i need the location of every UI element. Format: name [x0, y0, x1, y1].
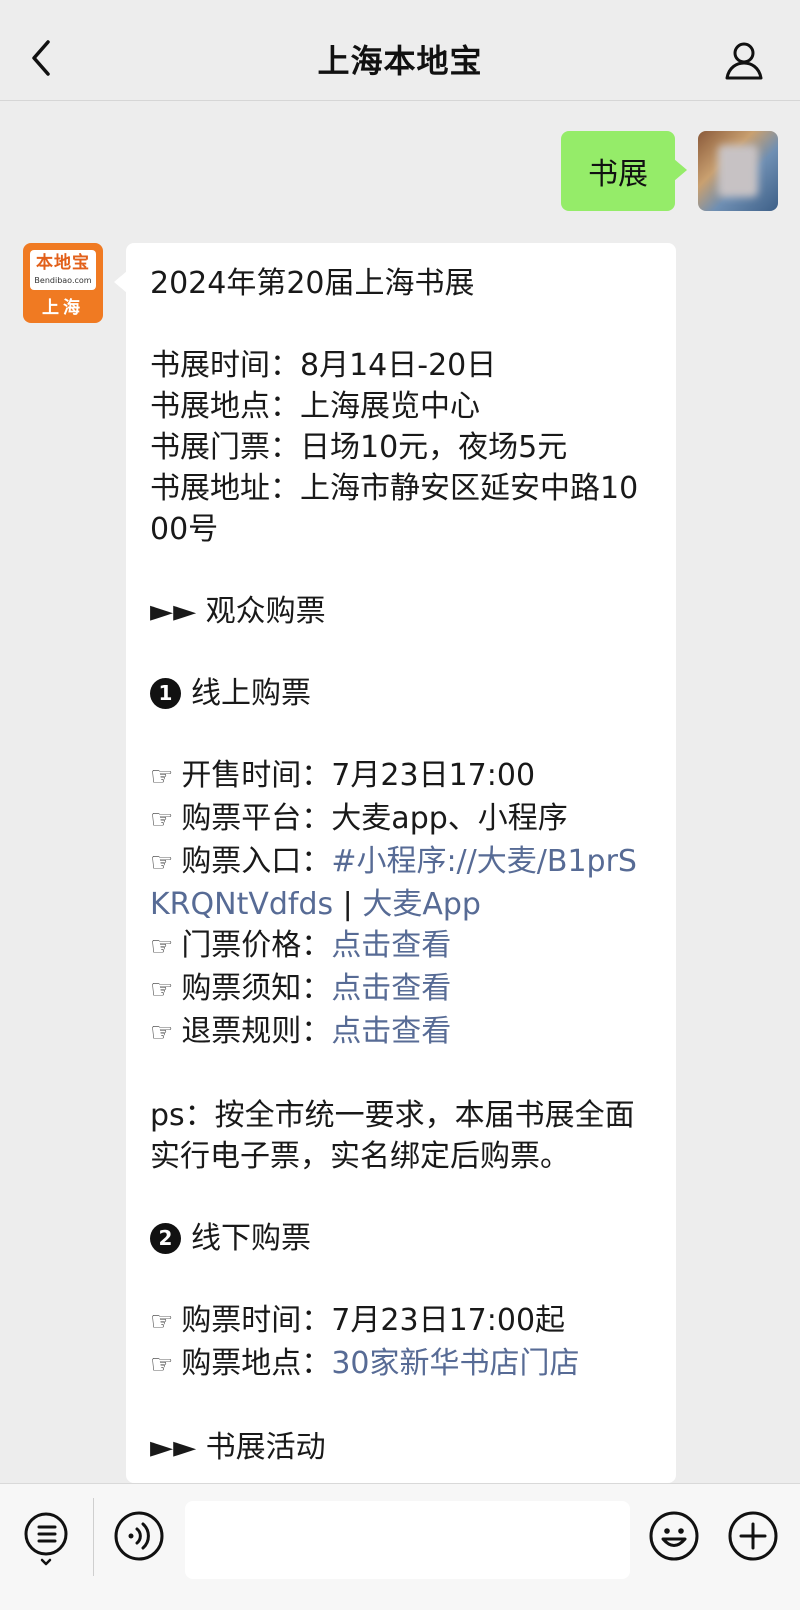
offline-time: ☞ 购票时间：7月23日17:00起	[150, 1300, 652, 1343]
offline-place-label: 购票地点：	[181, 1346, 332, 1381]
avatar-logo-sub: Bendibao.com	[34, 276, 92, 285]
pointing-hand-icon: ☞	[150, 1307, 174, 1337]
info-venue: 书展地点：上海展览中心	[150, 389, 480, 424]
chat-input-bar	[0, 1483, 800, 1610]
avatar-blur	[718, 145, 758, 197]
page-title: 上海本地宝	[317, 42, 483, 80]
bar-divider	[93, 1498, 94, 1576]
online-sale-time: ☞ 开售时间：7月23日17:00	[150, 755, 652, 798]
pointing-hand-icon: ☞	[150, 1018, 174, 1048]
online-price: ☞ 门票价格：点击查看	[150, 925, 652, 968]
number-badge-icon: 2	[150, 1223, 181, 1254]
user-avatar[interactable]	[698, 131, 778, 211]
online-sale-time-text: 开售时间：7月23日17:00	[181, 758, 536, 793]
online-entry: ☞ 购票入口：#小程序://大麦/B1prSKRQNtVdfds | 大麦App	[150, 841, 652, 925]
article-title: 2024年第20届上海书展	[150, 266, 475, 301]
plus-icon[interactable]	[727, 1510, 779, 1562]
message-input[interactable]	[185, 1501, 630, 1579]
offline-heading: 2 线下购票	[150, 1218, 652, 1259]
pointing-hand-icon: ☞	[150, 932, 174, 962]
info-time: 书展时间：8月14日-20日	[150, 348, 497, 383]
ps-note: ps：按全市统一要求，本届书展全面实行电子票，实名绑定后购票。	[150, 1098, 635, 1174]
nav-header: 上海本地宝	[0, 0, 800, 101]
price-label: 门票价格：	[181, 928, 332, 963]
price-view-link[interactable]: 点击查看	[331, 928, 451, 963]
link-separator: |	[333, 887, 363, 922]
online-refund: ☞ 退票规则：点击查看	[150, 1011, 652, 1054]
online-platform: ☞ 购票平台：大麦app、小程序	[150, 798, 652, 841]
section-events-heading: ►► 书展活动	[150, 1430, 326, 1465]
pointing-hand-icon: ☞	[150, 805, 174, 835]
online-heading: 1 线上购票	[150, 673, 652, 714]
avatar-logo-card: 本地宝 Bendibao.com	[30, 250, 96, 290]
offline-heading-text: 线下购票	[191, 1221, 311, 1256]
notice-view-link[interactable]: 点击查看	[331, 971, 451, 1006]
bookstore-link[interactable]: 30家新华书店门店	[331, 1346, 579, 1381]
refund-label: 退票规则：	[181, 1014, 332, 1049]
refund-view-link[interactable]: 点击查看	[331, 1014, 451, 1049]
pointing-hand-icon: ☞	[150, 848, 174, 878]
official-account-message-bubble[interactable]: 2024年第20届上海书展 书展时间：8月14日-20日 书展地点：上海展览中心…	[114, 243, 676, 1483]
chat-screen: 上海本地宝 书展 本地宝 Bendibao.com 上海 2024年第20届上海…	[0, 0, 800, 1610]
offline-place: ☞ 购票地点：30家新华书店门店	[150, 1343, 652, 1386]
voice-icon[interactable]	[113, 1510, 165, 1562]
official-account-avatar[interactable]: 本地宝 Bendibao.com 上海	[23, 243, 103, 323]
section-buy-heading: ►► 观众购票	[150, 594, 326, 629]
online-platform-text: 购票平台：大麦app、小程序	[181, 801, 568, 836]
online-heading-text: 线上购票	[191, 676, 311, 711]
pointing-hand-icon: ☞	[150, 1350, 174, 1380]
info-address: 书展地址：上海市静安区延安中路1000号	[150, 471, 639, 547]
avatar-logo-text: 本地宝	[36, 253, 90, 273]
notice-label: 购票须知：	[181, 971, 332, 1006]
smile-icon[interactable]	[648, 1510, 700, 1562]
number-badge-icon: 1	[150, 678, 181, 709]
online-entry-label: 购票入口：	[181, 844, 332, 879]
damai-app-link[interactable]: 大麦App	[362, 887, 481, 922]
pointing-hand-icon: ☞	[150, 975, 174, 1005]
pointing-hand-icon: ☞	[150, 762, 174, 792]
user-message-bubble[interactable]: 书展	[561, 131, 687, 211]
online-notice: ☞ 购票须知：点击查看	[150, 968, 652, 1011]
list-menu-icon[interactable]	[22, 1510, 70, 1568]
info-ticket: 书展门票：日场10元，夜场5元	[150, 430, 568, 465]
user-message-text: 书展	[588, 157, 648, 192]
person-icon[interactable]	[722, 38, 766, 82]
avatar-city: 上海	[42, 298, 84, 318]
offline-time-text: 购票时间：7月23日17:00起	[181, 1303, 566, 1338]
